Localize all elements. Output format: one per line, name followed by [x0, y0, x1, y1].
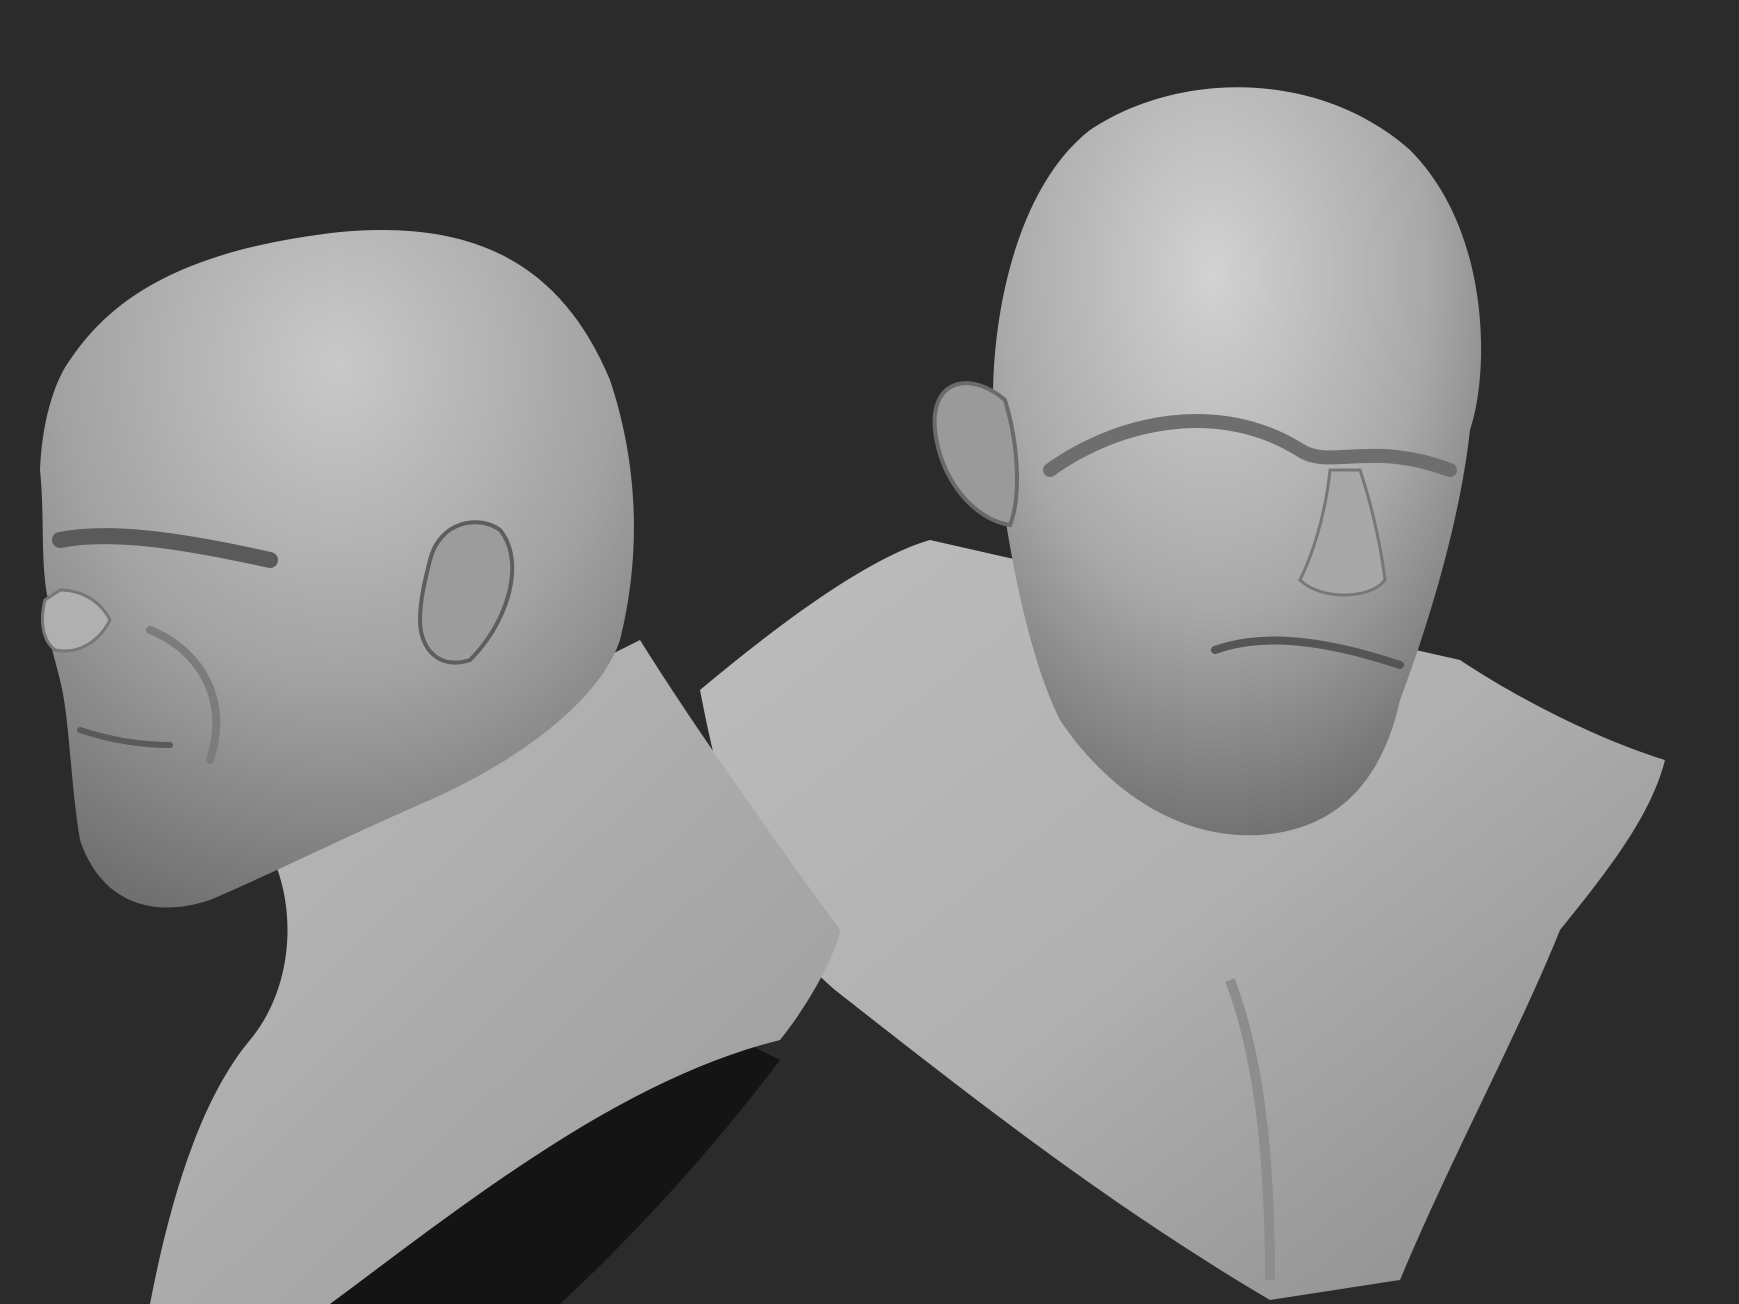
sculpt-viewport[interactable]: [0, 0, 1739, 1304]
render-canvas: [0, 0, 1739, 1304]
